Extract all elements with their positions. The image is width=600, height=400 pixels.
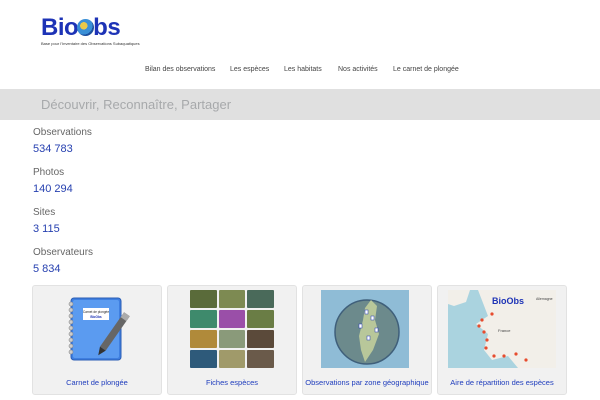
card-label[interactable]: Observations par zone géographique xyxy=(303,378,431,387)
stat-observateurs-value[interactable]: 5 834 xyxy=(33,263,61,275)
stat-sites-value[interactable]: 3 115 xyxy=(33,223,60,235)
notebook-icon: Carnet de plongée BioObs xyxy=(53,290,141,368)
nav-item-activites[interactable]: Nos activités xyxy=(338,66,378,73)
card-aire-repartition[interactable]: BioObs Allemagne France Aire de répartit… xyxy=(437,285,567,395)
nav-item-especes[interactable]: Les espèces xyxy=(230,66,269,73)
map-label-france: France xyxy=(498,328,511,333)
card-label[interactable]: Aire de répartition des espèces xyxy=(438,378,566,387)
globe-icon xyxy=(77,19,95,36)
distribution-map-icon: BioObs Allemagne France xyxy=(448,290,556,368)
stat-observations-value[interactable]: 534 783 xyxy=(33,143,73,155)
stat-observations-label: Observations xyxy=(33,127,92,138)
map-label-allemagne: Allemagne xyxy=(536,297,553,301)
banner-text: Découvrir, Reconnaître, Partager xyxy=(41,97,232,112)
notebook-brand: BioObs xyxy=(90,315,102,319)
tagline-banner: Découvrir, Reconnaître, Partager xyxy=(0,89,600,120)
logo-wordmark: Bio bs xyxy=(41,14,121,41)
species-photos-icon xyxy=(190,290,278,368)
notebook-title: Carnet de plongée xyxy=(83,310,109,314)
bioobs-logo[interactable]: Bio bs Base pour l'Inventaire des Observa… xyxy=(41,14,140,54)
card-label[interactable]: Carnet de plongée xyxy=(33,378,161,387)
stat-photos-value[interactable]: 140 294 xyxy=(33,183,73,195)
nav-item-habitats[interactable]: Les habitats xyxy=(284,66,322,73)
nav-item-carnet[interactable]: Le carnet de plongée xyxy=(393,66,459,73)
main-nav: Bilan des observations Les espèces Les h… xyxy=(0,66,600,76)
card-fiches-especes[interactable]: Fiches espèces xyxy=(167,285,297,395)
card-observations-zone[interactable]: Observations par zone géographique xyxy=(302,285,432,395)
card-label[interactable]: Fiches espèces xyxy=(168,378,296,387)
zone-map-icon xyxy=(321,290,409,368)
logo-tagline: Base pour l'Inventaire des Observations … xyxy=(41,41,140,46)
map-logo-label: BioObs xyxy=(492,296,524,306)
stat-observateurs-label: Observateurs xyxy=(33,247,94,258)
stat-sites-label: Sites xyxy=(33,207,56,218)
card-carnet-plongee[interactable]: Carnet de plongée BioObs Carnet de plong… xyxy=(32,285,162,395)
stat-photos-label: Photos xyxy=(33,167,65,178)
nav-item-bilan[interactable]: Bilan des observations xyxy=(145,66,215,73)
site-header: Bio bs Base pour l'Inventaire des Observa… xyxy=(0,0,600,88)
